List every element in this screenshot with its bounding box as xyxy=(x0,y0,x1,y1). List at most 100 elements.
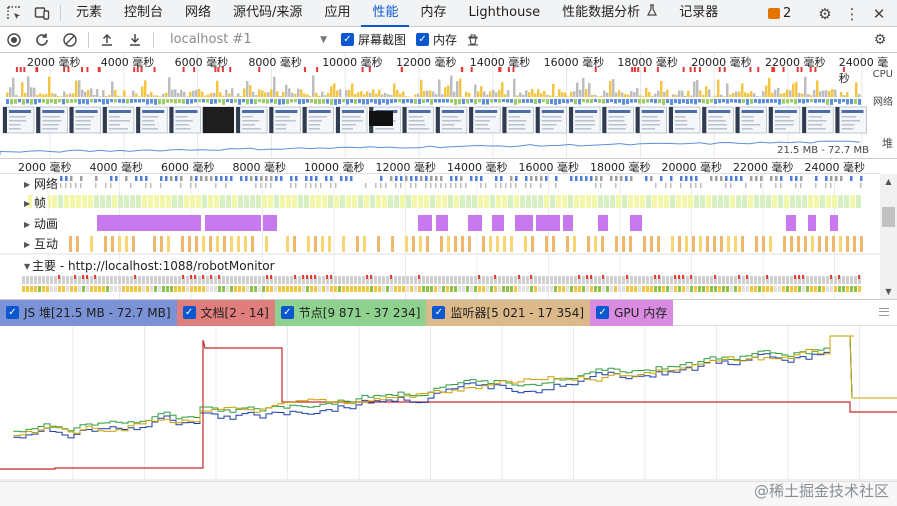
network-request xyxy=(335,183,337,188)
tab-sources[interactable]: 源代码/来源 xyxy=(222,0,313,27)
flamechart-panel[interactable]: 2000 毫秒 4000 毫秒 6000 毫秒 8000 毫秒 10000 毫秒 1200… xyxy=(0,159,897,300)
network-request xyxy=(450,176,453,181)
long-task-marker xyxy=(19,67,22,72)
tab-network[interactable]: 网络 xyxy=(174,0,222,27)
capture-settings-gear-icon[interactable]: ⚙ xyxy=(866,27,894,53)
interaction-block xyxy=(860,236,863,252)
tab-performance-insights[interactable]: 性能数据分析 xyxy=(551,0,661,27)
counter-listeners-toggle[interactable]: ✓ 监听器[5 021 - 17 354] xyxy=(426,299,591,326)
settings-gear-icon[interactable]: ⚙ xyxy=(812,0,838,27)
network-request xyxy=(645,176,648,181)
interaction-block xyxy=(496,236,499,252)
track-main-label[interactable]: 主要 - http://localhost:1088/robotMonitor xyxy=(32,257,275,274)
counter-nodes-toggle[interactable]: ✓ 节点[9 871 - 37 234] xyxy=(274,299,427,326)
task-block xyxy=(634,286,637,292)
network-bar xyxy=(794,99,797,105)
cpu-bar xyxy=(426,90,429,97)
long-task-marker xyxy=(86,275,88,279)
interaction-block xyxy=(678,236,681,252)
cpu-bar xyxy=(27,76,30,97)
screenshot-line xyxy=(308,116,327,118)
scroll-down-icon[interactable]: ▼ xyxy=(880,284,897,299)
screenshots-checkbox[interactable]: ✓ 屏幕截图 xyxy=(341,31,406,48)
expand-triangle-icon[interactable]: ▶ xyxy=(24,199,30,208)
expand-triangle-icon[interactable]: ▶ xyxy=(24,240,30,249)
garbage-collect-icon[interactable] xyxy=(459,27,487,53)
flamechart-scrollbar[interactable] xyxy=(880,174,897,299)
task-block xyxy=(750,286,753,292)
tab-elements[interactable]: 元素 xyxy=(65,0,113,27)
save-profile-button[interactable] xyxy=(121,27,149,53)
network-request xyxy=(570,176,573,181)
network-bar xyxy=(282,99,285,105)
scroll-up-icon[interactable]: ▲ xyxy=(880,174,897,189)
cpu-bar xyxy=(372,89,375,97)
screenshot-line xyxy=(441,124,455,126)
tab-memory[interactable]: 内存 xyxy=(409,0,457,27)
track-network-label[interactable]: 网络 xyxy=(32,175,61,192)
cpu-bar xyxy=(720,94,723,97)
network-bar xyxy=(786,99,789,104)
task-block xyxy=(246,286,249,292)
counter-js-heap-toggle[interactable]: ✓ JS 堆[21.5 MB - 72.7 MB] xyxy=(0,299,177,326)
task-block xyxy=(730,276,733,284)
cpu-bar xyxy=(747,93,750,97)
load-profile-button[interactable] xyxy=(93,27,121,53)
inspect-element-icon[interactable] xyxy=(0,0,28,27)
screenshot-line xyxy=(541,124,557,126)
frame-block xyxy=(370,195,375,208)
more-options-icon[interactable]: ⋮ xyxy=(839,0,865,27)
frame-block xyxy=(418,195,423,208)
network-request xyxy=(780,176,783,181)
memory-checkbox[interactable]: ✓ 内存 xyxy=(416,31,457,48)
network-bar xyxy=(502,99,505,103)
clear-button[interactable] xyxy=(56,27,84,53)
ruler-tick-label: 18000 毫秒 xyxy=(590,161,651,174)
interaction-block xyxy=(839,236,842,252)
device-toolbar-icon[interactable] xyxy=(28,0,56,27)
task-block xyxy=(566,276,569,284)
flask-icon xyxy=(647,3,658,20)
cpu-bar xyxy=(621,92,624,97)
counter-gpu-memory-toggle[interactable]: ✓ GPU 内存 xyxy=(590,299,674,326)
frame-block xyxy=(412,195,417,208)
track-animations-label[interactable]: 动画 xyxy=(32,215,61,232)
task-block xyxy=(106,276,109,284)
scrollbar-thumb[interactable] xyxy=(882,207,895,227)
cpu-bar xyxy=(294,93,297,97)
network-bar xyxy=(74,99,77,103)
tab-lighthouse[interactable]: Lighthouse xyxy=(457,0,551,27)
tab-recorder[interactable]: 记录器 xyxy=(661,0,729,27)
cpu-bar xyxy=(336,90,339,97)
track-interactions-label[interactable]: 互动 xyxy=(32,235,61,252)
cpu-bar xyxy=(465,91,468,97)
recording-target-select[interactable]: localhost #1 ▼ xyxy=(166,30,331,50)
network-request xyxy=(250,176,253,181)
track-frames-label[interactable]: 帧 xyxy=(32,194,49,211)
task-block xyxy=(562,276,565,284)
animation-block xyxy=(630,215,642,231)
timeline-overview[interactable]: 2000 毫秒 4000 毫秒 6000 毫秒 8000 毫秒 10000 毫秒 1200… xyxy=(0,53,897,159)
task-block xyxy=(358,286,361,292)
memory-counters-graph[interactable] xyxy=(0,326,897,481)
tab-console[interactable]: 控制台 xyxy=(113,0,174,27)
cpu-bar xyxy=(99,96,102,97)
network-request xyxy=(575,176,578,181)
record-button[interactable] xyxy=(0,27,28,53)
expand-triangle-icon[interactable]: ▶ xyxy=(24,180,30,189)
network-request xyxy=(170,176,173,181)
tab-application[interactable]: 应用 xyxy=(313,0,361,27)
tab-performance[interactable]: 性能 xyxy=(361,0,410,27)
animation-block xyxy=(563,215,573,231)
screenshot-header xyxy=(708,110,731,113)
task-block xyxy=(642,286,645,292)
counter-documents-toggle[interactable]: ✓ 文档[2 - 14] xyxy=(176,299,275,326)
issues-counter[interactable]: 2 xyxy=(768,0,791,27)
network-bar xyxy=(90,99,93,103)
task-block xyxy=(758,286,761,292)
close-devtools-icon[interactable]: ✕ xyxy=(866,0,892,27)
collapse-triangle-icon[interactable]: ▼ xyxy=(24,262,30,271)
reload-record-button[interactable] xyxy=(28,27,56,53)
expand-triangle-icon[interactable]: ▶ xyxy=(24,220,30,229)
resize-grip-icon[interactable] xyxy=(879,308,889,316)
